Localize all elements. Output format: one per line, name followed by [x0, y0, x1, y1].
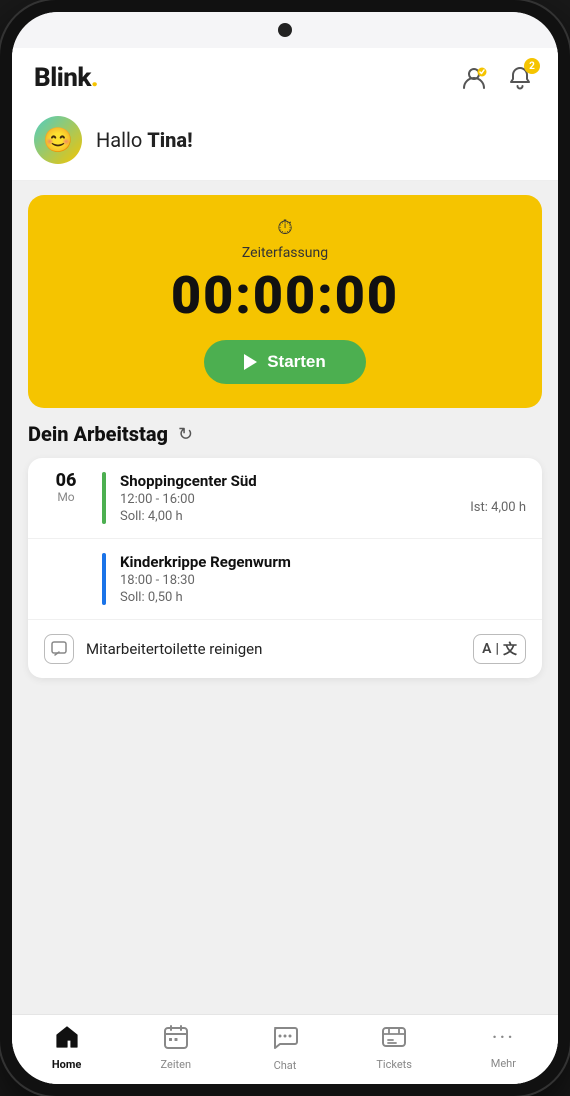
greeting-hello: Hallo	[96, 128, 147, 152]
time-info-2: 18:00 - 18:30 Soll: 0,50 h	[120, 571, 195, 605]
translate-btn[interactable]: A | 文	[473, 634, 526, 664]
translate-icon: 文	[503, 639, 517, 659]
entry-info-2: Kinderkrippe Regenwurm 18:00 - 18:30 Sol…	[120, 553, 526, 605]
app-logo: Blink.	[34, 63, 98, 93]
nav-item-zeiten[interactable]: Zeiten	[146, 1024, 206, 1071]
play-icon	[244, 354, 257, 370]
logo-dot: .	[91, 63, 98, 93]
translate-separator: |	[495, 641, 499, 657]
screen-content: Blink.	[12, 48, 558, 1084]
translate-a: A	[482, 641, 491, 657]
task-entry: Mitarbeitertoilette reinigen A | 文	[28, 620, 542, 678]
task-text: Mitarbeitertoilette reinigen	[86, 640, 461, 658]
entry-row-1: 12:00 - 16:00 Soll: 4,00 h Ist: 4,00 h	[120, 490, 526, 524]
date-number: 06	[56, 472, 77, 490]
start-button-label: Starten	[267, 352, 326, 372]
entry-soll-2: Soll: 0,50 h	[120, 590, 195, 605]
timer-section: ⏱ Zeiterfassung 00:00:00 Starten	[28, 195, 542, 408]
more-icon: ···	[492, 1025, 515, 1053]
timer-label: Zeiterfassung	[242, 245, 328, 261]
entry-time-1: 12:00 - 16:00	[120, 492, 195, 507]
nav-label-chat: Chat	[274, 1059, 297, 1072]
nav-item-tickets[interactable]: Tickets	[364, 1024, 424, 1071]
work-card: 06 Mo Shoppingcenter Süd 12:00 - 16:00 S…	[28, 458, 542, 678]
comment-icon	[51, 641, 67, 657]
workday-section: Dein Arbeitstag ↻ 06 Mo Shoppingcenter S…	[12, 422, 558, 678]
entry-soll-1: Soll: 4,00 h	[120, 509, 195, 524]
refresh-btn[interactable]: ↻	[178, 424, 193, 445]
nav-label-tickets: Tickets	[376, 1058, 412, 1071]
phone-screen: Blink.	[12, 12, 558, 1084]
avatar: 😊	[34, 116, 82, 164]
notification-badge: 2	[524, 58, 540, 74]
chat-icon	[271, 1023, 299, 1055]
time-info-1: 12:00 - 16:00 Soll: 4,00 h	[120, 490, 195, 524]
nav-item-chat[interactable]: Chat	[255, 1023, 315, 1072]
header-icons: 2	[458, 62, 536, 94]
home-icon	[54, 1024, 80, 1054]
profile-icon-btn[interactable]	[458, 62, 490, 94]
entry-ist-1: Ist: 4,00 h	[470, 500, 526, 515]
nav-item-home[interactable]: Home	[37, 1024, 97, 1071]
status-bar	[12, 12, 558, 48]
greeting-section: 😊 Hallo Tina!	[12, 108, 558, 181]
notification-btn[interactable]: 2	[504, 62, 536, 94]
work-entry-2: Kinderkrippe Regenwurm 18:00 - 18:30 Sol…	[28, 539, 542, 620]
work-entry-1: 06 Mo Shoppingcenter Süd 12:00 - 16:00 S…	[28, 458, 542, 539]
nav-label-mehr: Mehr	[491, 1057, 516, 1070]
entry-bar-blue	[102, 553, 106, 605]
camera-notch	[278, 23, 292, 37]
logo-text: Blink	[34, 63, 91, 93]
calendar-icon	[163, 1024, 189, 1054]
ticket-icon	[381, 1024, 407, 1054]
entry-row-2: 18:00 - 18:30 Soll: 0,50 h	[120, 571, 526, 605]
date-block-1: 06 Mo	[44, 472, 88, 504]
phone-frame: Blink.	[0, 0, 570, 1096]
entry-time-2: 18:00 - 18:30	[120, 573, 195, 588]
entry-info-1: Shoppingcenter Süd 12:00 - 16:00 Soll: 4…	[120, 472, 526, 524]
app-header: Blink.	[12, 48, 558, 108]
entry-title-1: Shoppingcenter Süd	[120, 472, 526, 490]
clock-icon: ⏱	[277, 215, 293, 239]
greeting-name: Tina!	[147, 128, 192, 152]
greeting-text: Hallo Tina!	[96, 128, 193, 152]
profile-icon	[460, 64, 488, 92]
bottom-nav: Home Zeiten	[12, 1014, 558, 1084]
workday-header: Dein Arbeitstag ↻	[28, 422, 542, 446]
workday-title: Dein Arbeitstag	[28, 422, 168, 446]
date-day: Mo	[57, 490, 74, 504]
nav-label-home: Home	[52, 1058, 81, 1071]
timer-display: 00:00:00	[171, 267, 399, 324]
entry-bar-green	[102, 472, 106, 524]
nav-item-mehr[interactable]: ··· Mehr	[473, 1025, 533, 1070]
nav-label-zeiten: Zeiten	[161, 1058, 192, 1071]
start-button[interactable]: Starten	[204, 340, 366, 384]
entry-title-2: Kinderkrippe Regenwurm	[120, 553, 526, 571]
task-icon-box	[44, 634, 74, 664]
